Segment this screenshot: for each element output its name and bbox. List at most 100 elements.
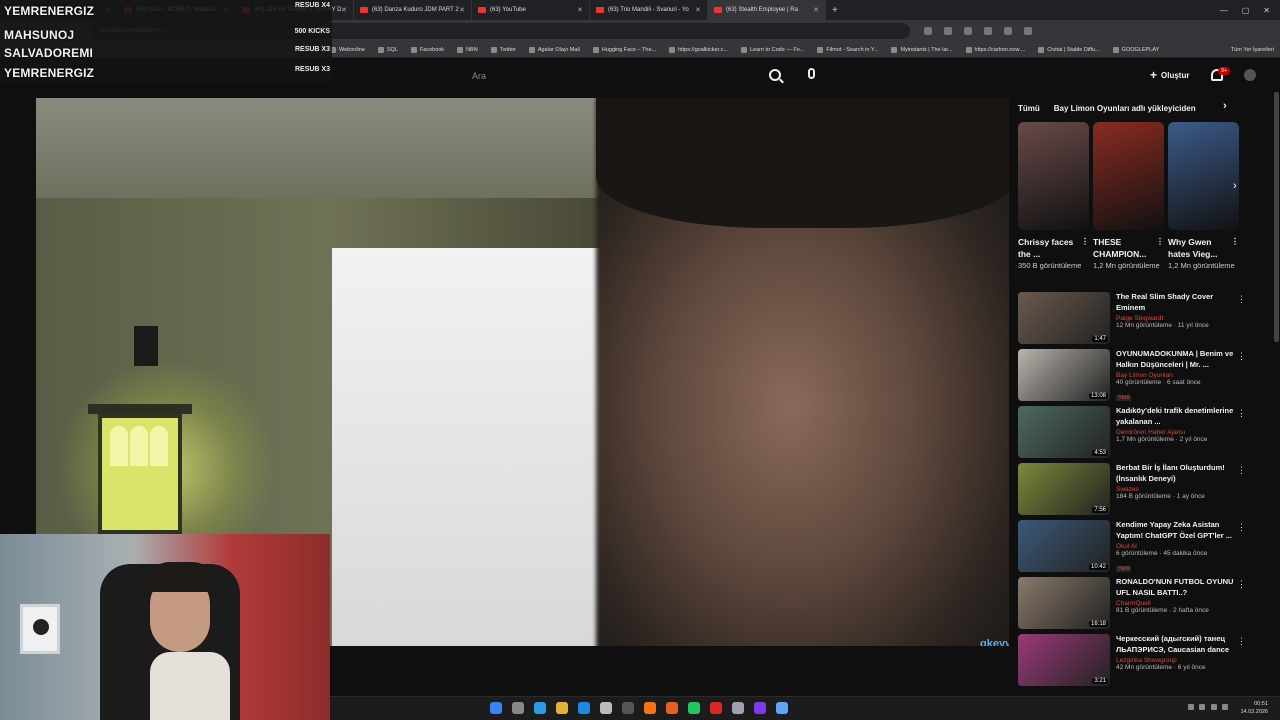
video-thumbnail[interactable]: 3:21: [1018, 634, 1110, 686]
short-thumbnail[interactable]: [1018, 122, 1089, 230]
browser-tab[interactable]: (63) Trio Mandili - Svanuri - Yo ✕: [590, 0, 708, 20]
channel-name[interactable]: Lezginka Showgroup: [1116, 657, 1236, 664]
recommendation-item[interactable]: 4:53 Kadıköy'deki trafik denetimlerine ya…: [1018, 406, 1246, 463]
recommendation-item[interactable]: 13:08 OYUNUMADOKUNMA | Benim ve Halkın Dü…: [1018, 349, 1246, 406]
close-icon[interactable]: ✕: [813, 6, 819, 14]
zoom-icon[interactable]: [924, 27, 932, 35]
taskbar-app-icon[interactable]: [534, 702, 546, 714]
taskbar-app-icon[interactable]: [666, 702, 678, 714]
avatar[interactable]: [1244, 69, 1256, 81]
battery-icon[interactable]: [1222, 704, 1229, 710]
taskbar-app-icon[interactable]: [754, 702, 766, 714]
chip-uploader[interactable]: Bay Limon Oyunları adlı yükleyiciden: [1054, 104, 1196, 113]
browser-tab[interactable]: (63) Danza Kuduro JDM PART 2 ✕: [354, 0, 472, 20]
taskbar-app-icon[interactable]: [644, 702, 656, 714]
scrollbar[interactable]: [1274, 92, 1279, 342]
more-vert-icon[interactable]: ⋮: [1237, 465, 1246, 476]
video-thumbnail[interactable]: 10:42: [1018, 520, 1110, 572]
video-title[interactable]: RONALDO'NUN FUTBOL OYUNU UFL NASIL BATTI…: [1116, 577, 1236, 598]
profile-icon[interactable]: [1024, 27, 1032, 35]
bookmark-item[interactable]: https://carbon.now....: [966, 47, 1026, 53]
video-thumbnail[interactable]: 1:47: [1018, 292, 1110, 344]
video-title[interactable]: Kendime Yapay Zeka Asistan Yaptım! ChatG…: [1116, 520, 1236, 541]
more-vert-icon[interactable]: ⋮: [1237, 522, 1246, 533]
more-vert-icon[interactable]: ⋮: [1081, 236, 1089, 248]
short-card[interactable]: THESE CHAMPION... ⋮ 1,2 Mn görüntüleme: [1093, 122, 1164, 286]
short-card[interactable]: Chrissy faces the ... ⋮ 350 B görüntüleme: [1018, 122, 1089, 286]
browser-tab[interactable]: (63) Stealth Employee | Ra ✕: [708, 0, 826, 20]
wifi-icon[interactable]: [1199, 704, 1206, 710]
channel-name[interactable]: Swazes: [1116, 486, 1236, 493]
recommendation-item[interactable]: 10:42 Kendime Yapay Zeka Asistan Yaptım! …: [1018, 520, 1246, 577]
more-vert-icon[interactable]: ⋮: [1237, 351, 1246, 362]
new-tab-button[interactable]: +: [832, 5, 838, 16]
chevron-right-icon[interactable]: ›: [1223, 100, 1227, 112]
browser-tab[interactable]: (63) YouTube ✕: [472, 0, 590, 20]
video-title[interactable]: OYUNUMADOKUNMA | Benim ve Halkın Düşünce…: [1116, 349, 1236, 370]
more-vert-icon[interactable]: ⋮: [1237, 636, 1246, 647]
cast-icon[interactable]: [944, 27, 952, 35]
star-icon[interactable]: [964, 27, 972, 35]
video-title[interactable]: Черкесский (адыгский) танец ЛЬАПЭРИСЭ, C…: [1116, 634, 1236, 655]
video-thumbnail[interactable]: 7:56: [1018, 463, 1110, 515]
short-title[interactable]: Why Gwen hates Vieg... ⋮: [1168, 236, 1239, 260]
chip-all[interactable]: Tümü: [1018, 104, 1040, 113]
bookmark-item[interactable]: Hugging Face – The...: [593, 47, 656, 53]
bookmark-item[interactable]: Filmot - Search in Y...: [817, 47, 878, 53]
channel-name[interactable]: Demirören Haber Ajansı: [1116, 429, 1236, 436]
speaker-icon[interactable]: [1210, 704, 1217, 710]
more-vert-icon[interactable]: ⋮: [1156, 236, 1164, 248]
taskbar-app-icon[interactable]: [732, 702, 744, 714]
taskbar-app-icon[interactable]: [600, 702, 612, 714]
extension-icon[interactable]: [984, 27, 992, 35]
taskbar-app-icon[interactable]: [556, 702, 568, 714]
taskbar-app-icon[interactable]: [622, 702, 634, 714]
maximize-icon[interactable]: ▢: [1242, 6, 1250, 15]
short-card[interactable]: Why Gwen hates Vieg... ⋮ 1,2 Mn görüntülem…: [1168, 122, 1239, 286]
video-title[interactable]: Berbat Bir İş İlanı Oluşturdum! (İnsanlı…: [1116, 463, 1236, 484]
bookmark-item[interactable]: Myinstants | The lar...: [891, 47, 952, 53]
short-thumbnail[interactable]: [1168, 122, 1239, 230]
bookmark-item[interactable]: Webonline: [330, 47, 365, 53]
video-title[interactable]: The Real Slim Shady Cover Eminem: [1116, 292, 1236, 313]
video-title[interactable]: Kadıköy'deki trafik denetimlerine yakala…: [1116, 406, 1236, 427]
clock[interactable]: 00:51 14.03.2026: [1240, 700, 1268, 716]
more-vert-icon[interactable]: ⋮: [1237, 579, 1246, 590]
channel-name[interactable]: Paige Slegwardt: [1116, 315, 1236, 322]
bookmark-item[interactable]: Facebook: [411, 47, 444, 53]
minimize-icon[interactable]: —: [1220, 6, 1228, 15]
recommendation-item[interactable]: 3:21 Черкесский (адыгский) танец ЛЬАПЭРИС…: [1018, 634, 1246, 691]
bookmark-item[interactable]: SQL: [378, 47, 398, 53]
bookmark-item[interactable]: Civitai | Stable Diffu...: [1038, 47, 1099, 53]
close-icon[interactable]: ✕: [459, 6, 465, 14]
video-thumbnail[interactable]: 4:53: [1018, 406, 1110, 458]
short-title[interactable]: Chrissy faces the ... ⋮: [1018, 236, 1089, 260]
video-thumbnail[interactable]: 13:08: [1018, 349, 1110, 401]
chevron-right-icon[interactable]: ›: [1233, 180, 1237, 192]
bookmark-item[interactable]: Agalar Olayı Mail: [529, 47, 580, 53]
bookmark-item[interactable]: GOOGLEPLAY: [1113, 47, 1160, 53]
short-title[interactable]: THESE CHAMPION... ⋮: [1093, 236, 1164, 260]
taskbar-app-icon[interactable]: [578, 702, 590, 714]
close-icon[interactable]: ✕: [1263, 6, 1270, 15]
recommendation-item[interactable]: 1:47 The Real Slim Shady Cover Eminem Paig…: [1018, 292, 1246, 349]
taskbar-app-icon[interactable]: [490, 702, 502, 714]
taskbar-app-icon[interactable]: [512, 702, 524, 714]
recommendation-item[interactable]: 7:56 Berbat Bir İş İlanı Oluşturdum! (İns…: [1018, 463, 1246, 520]
more-vert-icon[interactable]: ⋮: [1231, 236, 1239, 248]
download-icon[interactable]: [1004, 27, 1012, 35]
all-bookmarks-link[interactable]: Tüm Yer İşaretleri: [1231, 47, 1274, 53]
close-icon[interactable]: ✕: [577, 6, 583, 14]
channel-name[interactable]: Bay Limon Oyunları: [1116, 372, 1236, 379]
recommendation-item[interactable]: 16:18 RONALDO'NUN FUTBOL OYUNU UFL NASIL …: [1018, 577, 1246, 634]
create-button[interactable]: + Oluştur: [1150, 68, 1189, 82]
taskbar-app-icon[interactable]: [710, 702, 722, 714]
channel-name[interactable]: Okul AI: [1116, 543, 1236, 550]
close-icon[interactable]: ✕: [695, 6, 701, 14]
taskbar-app-icon[interactable]: [688, 702, 700, 714]
bookmark-item[interactable]: https://goalkicker.c...: [669, 47, 728, 53]
more-vert-icon[interactable]: ⋮: [1237, 294, 1246, 305]
search-input[interactable]: Ara: [472, 71, 486, 81]
microphone-icon[interactable]: [808, 68, 815, 79]
bookmark-item[interactable]: NBN: [457, 47, 478, 53]
